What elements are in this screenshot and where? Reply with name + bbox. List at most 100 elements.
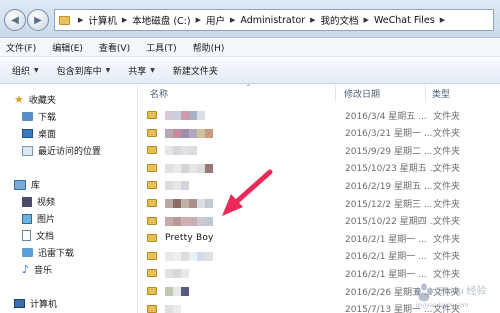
new-folder-button[interactable]: 新建文件夹 (173, 64, 218, 77)
sidebar-item-computer[interactable]: 计算机 (14, 297, 57, 310)
menu-edit[interactable]: 编辑(E) (52, 41, 83, 54)
navigation-pane: ★ 收藏夹 下载 桌面 最近访问的位置 库 视频 图片 文档 迅雷下载 ♪ 音乐… (0, 85, 138, 313)
file-type: 文件夹 (433, 146, 461, 157)
file-row[interactable]: 2016/2/1 星期一 ... 文件夹 (147, 266, 500, 280)
menu-tools[interactable]: 工具(T) (146, 41, 177, 54)
folder-icon (147, 111, 157, 119)
dropdown-caret-icon: ▼ (150, 67, 155, 74)
sort-indicator-icon: ^ (246, 84, 252, 91)
sidebar-item-label: 下载 (38, 113, 57, 123)
breadcrumb-item-administrator[interactable]: Administrator (240, 15, 305, 26)
sidebar-item-label: 桌面 (38, 130, 57, 140)
sidebar-item-videos[interactable]: 视频 (22, 195, 55, 208)
sidebar-item-label: 文档 (36, 232, 55, 242)
blurred-name (165, 304, 181, 313)
share-button[interactable]: 共享 ▼ (128, 64, 155, 77)
folder-icon (147, 251, 157, 260)
file-modified-date: 2015/10/23 星期五 ... (345, 164, 439, 175)
sidebar-item-music[interactable]: ♪ 音乐 (22, 263, 52, 276)
blurred-name (165, 199, 213, 208)
blurred-name (165, 269, 189, 279)
breadcrumb-item-documents[interactable]: 我的文档 (321, 13, 359, 27)
dropdown-caret-icon: ▼ (34, 67, 39, 74)
file-type: 文件夹 (433, 199, 461, 210)
file-modified-date: 2016/3/21 星期一 ... (345, 129, 433, 140)
file-row[interactable]: 2015/10/23 星期五 ... 文件夹 (147, 161, 500, 175)
column-divider[interactable] (425, 85, 426, 101)
menu-help[interactable]: 帮助(H) (193, 41, 225, 54)
column-divider[interactable] (335, 85, 336, 101)
sidebar-item-recent[interactable]: 最近访问的位置 (22, 144, 101, 157)
dropdown-caret-icon: ▼ (105, 67, 111, 74)
file-row[interactable]: 2015/9/29 星期二 ... 文件夹 (147, 143, 500, 157)
file-modified-date: 2016/2/19 星期五 ... (345, 181, 433, 192)
breadcrumb-separator-icon: ▶ (310, 16, 316, 24)
blurred-name (165, 163, 213, 173)
file-row[interactable]: 2016/2/1 星期一 ... 文件夹 (147, 249, 500, 263)
sidebar-item-pictures[interactable]: 图片 (22, 212, 55, 225)
file-row[interactable]: 2016/3/21 星期一 ... 文件夹 (147, 126, 500, 140)
file-modified-date: 2015/9/29 星期二 ... (345, 146, 433, 157)
column-header-name[interactable]: 名称 (150, 85, 168, 101)
sidebar-item-label: 库 (31, 181, 41, 191)
menu-file[interactable]: 文件(F) (6, 41, 36, 54)
file-modified-date: 2016/2/1 星期一 ... (345, 252, 427, 263)
file-type: 文件夹 (433, 269, 461, 280)
music-note-icon: ♪ (22, 263, 30, 276)
file-row[interactable]: Pretty Boy 2016/2/1 星期一 ... 文件夹 (147, 231, 500, 245)
sidebar-item-thunder-downloads[interactable]: 迅雷下载 (22, 246, 74, 259)
file-type: 文件夹 (433, 164, 461, 175)
sidebar-item-label: 视频 (37, 198, 56, 208)
computer-icon (14, 299, 25, 308)
sidebar-item-desktop[interactable]: 桌面 (22, 127, 56, 140)
file-row[interactable]: 2015/12/2 星期三 ... 文件夹 (147, 196, 500, 210)
folder-icon (147, 287, 157, 295)
blurred-name (165, 216, 213, 226)
new-folder-label: 新建文件夹 (172, 67, 218, 77)
sidebar-item-label: 计算机 (30, 300, 58, 310)
organize-button[interactable]: 组织 ▼ (12, 64, 39, 77)
column-header-type[interactable]: 类型 (432, 85, 450, 101)
file-row[interactable]: 2016/2/19 星期五 ... 文件夹 (147, 178, 500, 192)
sidebar-item-downloads[interactable]: 下载 (22, 110, 56, 123)
blurred-name (165, 111, 205, 120)
breadcrumb-separator-icon: ▶ (363, 16, 369, 24)
organize-label: 组织 (12, 67, 31, 77)
breadcrumb-item-wechat-files[interactable]: WeChat Files (374, 15, 435, 26)
baidu-jingyan-watermark: Baidu 经验 jingyan.baidu.com (415, 283, 486, 309)
sidebar-item-label: 收藏夹 (28, 96, 56, 106)
sidebar-item-favorites[interactable]: ★ 收藏夹 (14, 93, 56, 106)
file-modified-date: 2015/12/2 星期三 ... (345, 199, 433, 210)
file-row[interactable]: 2016/3/4 星期五 ... 文件夹 (147, 108, 500, 122)
forward-button[interactable]: ▶ (27, 9, 49, 31)
thunder-download-icon (22, 248, 33, 257)
include-library-button[interactable]: 包含到库中 ▼ (57, 64, 111, 77)
sidebar-item-documents[interactable]: 文档 (22, 229, 54, 242)
sidebar-item-libraries[interactable]: 库 (14, 178, 40, 191)
file-modified-date: 2015/10/22 星期四 ... (345, 217, 439, 228)
breadcrumb-item-users[interactable]: 用户 (206, 13, 225, 27)
address-box[interactable]: ▶ 计算机 ▶ 本地磁盘 (C:) ▶ 用户 ▶ Administrator ▶… (54, 9, 494, 31)
file-type: 文件夹 (433, 111, 461, 122)
blurred-name (165, 128, 213, 138)
file-type: 文件夹 (433, 234, 461, 245)
file-modified-date: 2016/2/1 星期一 ... (345, 269, 427, 280)
folder-icon (147, 199, 157, 207)
sidebar-item-label: 最近访问的位置 (38, 147, 102, 157)
file-row[interactable]: 2015/10/22 星期四 ... 文件夹 (147, 214, 500, 228)
column-header-modified[interactable]: 修改日期 (344, 85, 380, 101)
folder-icon (147, 146, 157, 155)
folder-icon (147, 181, 157, 190)
menu-bar: 文件(F) 编辑(E) 查看(V) 工具(T) 帮助(H) (0, 39, 500, 57)
breadcrumb-item-disk[interactable]: 本地磁盘 (C:) (132, 13, 190, 27)
breadcrumb-item-computer[interactable]: 计算机 (88, 13, 117, 27)
back-button[interactable]: ◀ (4, 9, 26, 31)
baidu-paw-logo-icon (415, 283, 433, 302)
desktop-icon (22, 129, 33, 138)
menu-view[interactable]: 查看(V) (99, 41, 130, 54)
file-modified-date: 2016/2/1 星期一 ... (345, 234, 427, 245)
include-library-label: 包含到库中 (56, 67, 102, 77)
toolbar: 组织 ▼ 包含到库中 ▼ 共享 ▼ 新建文件夹 (0, 58, 500, 84)
breadcrumb-separator-icon: ▶ (439, 16, 446, 24)
back-arrow-icon: ◀ (11, 14, 19, 26)
